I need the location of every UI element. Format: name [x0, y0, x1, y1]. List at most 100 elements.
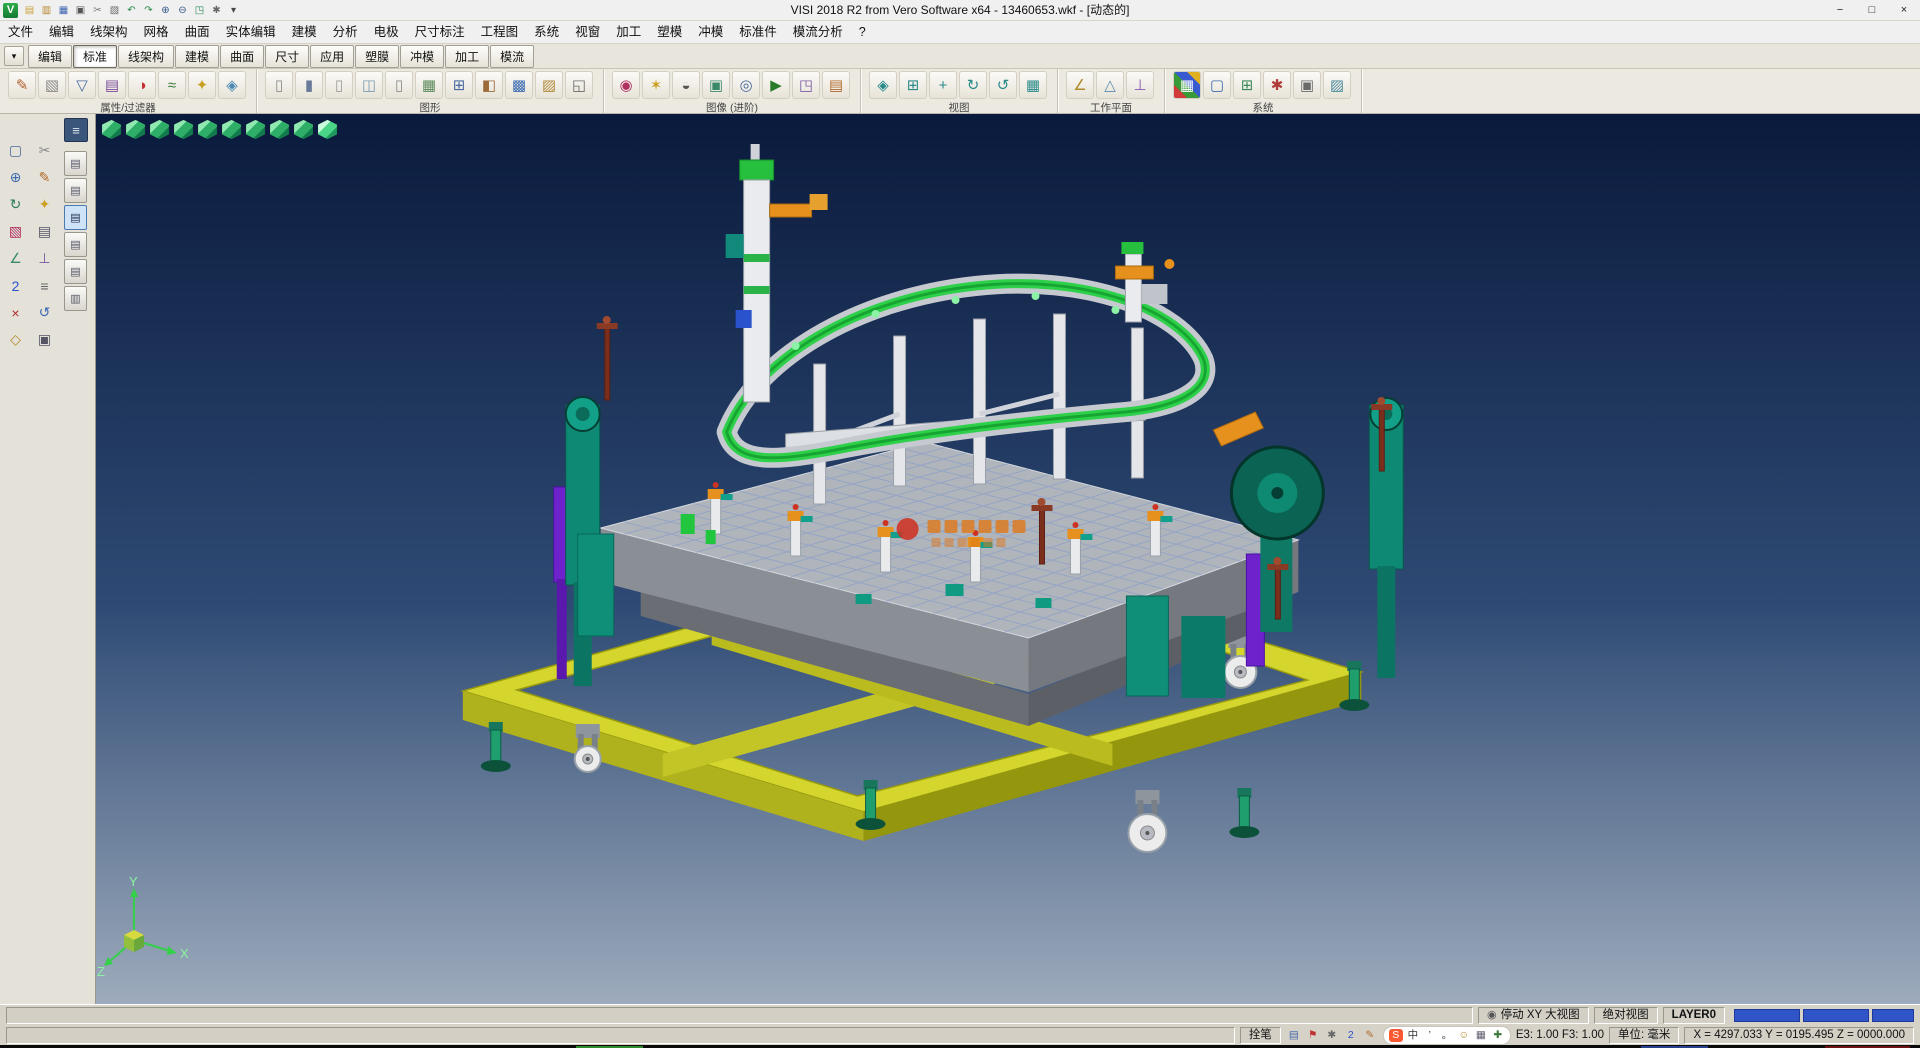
menu-window[interactable]: 视窗: [567, 21, 608, 43]
new-file-icon[interactable]: ▤: [22, 3, 37, 18]
rotate-icon[interactable]: ↻: [3, 192, 28, 217]
tab-machining[interactable]: 加工: [445, 45, 489, 68]
menu-dimension[interactable]: 尺寸标注: [407, 21, 473, 43]
select-icon[interactable]: ▢: [3, 138, 28, 163]
point-2-icon[interactable]: 2: [3, 273, 28, 298]
view-cube-icon[interactable]: ◳: [192, 3, 207, 18]
zoom-fit-icon[interactable]: ◈: [869, 71, 897, 99]
viewport-3d[interactable]: Y X Z: [96, 114, 1920, 1004]
texture-mode-icon[interactable]: ▨: [535, 71, 563, 99]
view-right-icon[interactable]: [245, 119, 266, 140]
background-mode-icon[interactable]: ◱: [565, 71, 593, 99]
rotate-view-icon[interactable]: ↻: [959, 71, 987, 99]
settings-status-icon[interactable]: ✱: [1324, 1028, 1340, 1043]
menu-system[interactable]: 系统: [526, 21, 567, 43]
layer-color-swatch-3[interactable]: [1872, 1009, 1914, 1022]
ime-emoji-icon[interactable]: ☺: [1457, 1029, 1471, 1042]
performance-icon[interactable]: ▨: [1323, 71, 1351, 99]
undo-icon[interactable]: ↶: [124, 3, 139, 18]
layer-color-swatch-1[interactable]: [1734, 1009, 1800, 1022]
linetype-icon[interactable]: ≈: [158, 71, 186, 99]
transparent-view-icon[interactable]: ◫: [355, 71, 383, 99]
redo-icon[interactable]: ↷: [141, 3, 156, 18]
layer-color-swatch-2[interactable]: [1803, 1009, 1869, 1022]
tab-surface[interactable]: 曲面: [220, 45, 264, 68]
filter-icon[interactable]: ▽: [68, 71, 96, 99]
snap-mode-label[interactable]: 拴笔: [1240, 1027, 1281, 1044]
shadow-icon[interactable]: ◒: [672, 71, 700, 99]
workplane-xy-icon[interactable]: ∠: [1066, 71, 1094, 99]
close-button[interactable]: ×: [1888, 0, 1920, 20]
menu-electrode[interactable]: 电极: [366, 21, 407, 43]
pan-icon[interactable]: +: [929, 71, 957, 99]
history-panel-button[interactable]: ▤: [64, 205, 87, 230]
paint-icon[interactable]: ▧: [3, 219, 28, 244]
command-line[interactable]: [6, 1027, 1235, 1044]
render-mode-icon[interactable]: ▩: [505, 71, 533, 99]
ime-punctuation-icon[interactable]: ’: [1423, 1029, 1437, 1042]
mesh-display-icon[interactable]: ▦: [415, 71, 443, 99]
selection-filter-icon[interactable]: ◈: [218, 71, 246, 99]
menu-edit[interactable]: 编辑: [41, 21, 82, 43]
menu-modeling[interactable]: 建模: [284, 21, 325, 43]
menu-help[interactable]: ?: [851, 21, 874, 43]
advanced-render-icon[interactable]: ◉: [612, 71, 640, 99]
named-views-icon[interactable]: ▦: [1019, 71, 1047, 99]
layer-manager-icon[interactable]: ▤: [98, 71, 126, 99]
tab-die[interactable]: 冲模: [400, 45, 444, 68]
attribute-copy-icon[interactable]: ▧: [38, 71, 66, 99]
menu-die[interactable]: 冲模: [690, 21, 731, 43]
tab-moldflow[interactable]: 模流: [490, 45, 534, 68]
menu-drafting[interactable]: 工程图: [473, 21, 527, 43]
info-panel-button[interactable]: ▥: [64, 286, 87, 311]
options-icon[interactable]: ▣: [1293, 71, 1321, 99]
menu-solid-edit[interactable]: 实体编辑: [218, 21, 284, 43]
attribute-edit-icon[interactable]: ✎: [8, 71, 36, 99]
tab-wireframe[interactable]: 线架构: [118, 45, 174, 68]
tab-dropdown-button[interactable]: ▾: [4, 46, 24, 66]
system-grid-icon[interactable]: ⊞: [1233, 71, 1261, 99]
view-iso-icon[interactable]: [101, 119, 122, 140]
monitor-icon[interactable]: ▢: [1203, 71, 1231, 99]
active-layer-indicator[interactable]: LAYER0: [1663, 1007, 1725, 1024]
screenshot-icon[interactable]: ◳: [792, 71, 820, 99]
animation-icon[interactable]: ▶: [762, 71, 790, 99]
menu-file[interactable]: 文件: [0, 21, 41, 43]
snap-settings-icon[interactable]: ✱: [1263, 71, 1291, 99]
measure-icon[interactable]: ∠: [3, 246, 28, 271]
view-dynamic-icon[interactable]: [317, 119, 338, 140]
menu-mold[interactable]: 塑模: [649, 21, 690, 43]
ruler-icon[interactable]: ⊥: [32, 246, 57, 271]
view-iso-3-icon[interactable]: [293, 119, 314, 140]
zoom-window-icon[interactable]: ⊞: [899, 71, 927, 99]
grid-display-icon[interactable]: ⊞: [445, 71, 473, 99]
settings-icon[interactable]: ✱: [209, 3, 224, 18]
tab-application[interactable]: 应用: [310, 45, 354, 68]
trim-icon[interactable]: ✂: [32, 138, 57, 163]
count-status-icon[interactable]: 2: [1343, 1028, 1359, 1043]
modify-icon[interactable]: ✦: [32, 192, 57, 217]
clipboard-icon[interactable]: ▣: [32, 327, 57, 352]
cut-icon[interactable]: ✂: [90, 3, 105, 18]
zoom-out-icon[interactable]: ⊖: [175, 3, 190, 18]
menu-standard-parts[interactable]: 标准件: [731, 21, 785, 43]
cylinder-display-icon[interactable]: ▯: [385, 71, 413, 99]
view-mode-indicator[interactable]: ◉ 停动 XY 大视图: [1478, 1007, 1589, 1024]
tab-film[interactable]: 塑膜: [355, 45, 399, 68]
color-filter-icon[interactable]: ◑: [128, 71, 156, 99]
menu-mesh[interactable]: 网格: [136, 21, 177, 43]
zoom-in-icon[interactable]: ⊕: [158, 3, 173, 18]
wireframe-view-icon[interactable]: ▯: [265, 71, 293, 99]
viewport-menu-icon[interactable]: ≡: [64, 118, 88, 142]
tag-icon[interactable]: ◇: [3, 327, 28, 352]
save-icon[interactable]: ▦: [56, 3, 71, 18]
menu-machining[interactable]: 加工: [608, 21, 649, 43]
material-icon[interactable]: ▣: [702, 71, 730, 99]
tab-standard[interactable]: 标准: [73, 45, 117, 68]
color-palette-icon[interactable]: ▦: [1173, 71, 1201, 99]
document-icon[interactable]: ▤: [32, 219, 57, 244]
absolute-view-indicator[interactable]: 绝对视图: [1594, 1007, 1658, 1024]
tab-modeling[interactable]: 建模: [175, 45, 219, 68]
view-front-icon[interactable]: [173, 119, 194, 140]
open-file-icon[interactable]: ▥: [39, 3, 54, 18]
